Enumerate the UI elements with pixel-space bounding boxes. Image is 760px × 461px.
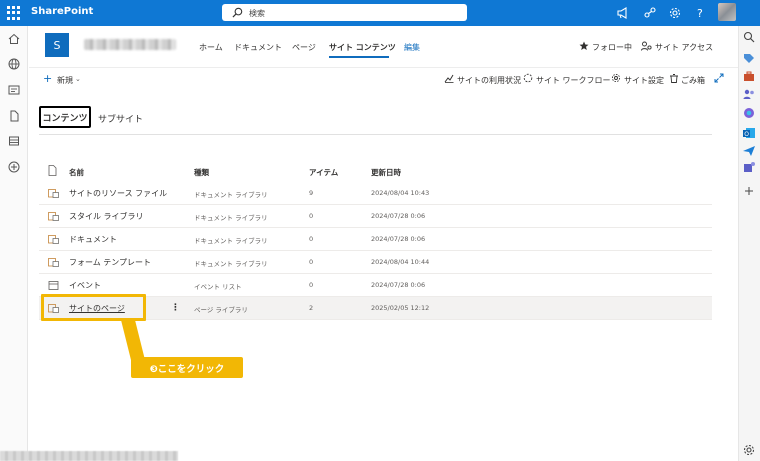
svg-text:O: O [744, 131, 749, 138]
row-name[interactable]: イベント [69, 280, 101, 291]
star-icon [579, 41, 589, 50]
avatar[interactable] [718, 3, 736, 21]
site-access-button[interactable]: サイト アクセス [655, 42, 713, 53]
row-items: 0 [309, 281, 314, 289]
people-icon[interactable] [742, 87, 756, 101]
site-name-blurred[interactable] [84, 39, 176, 50]
more-actions-icon[interactable]: ⋮ [171, 303, 180, 313]
nav-site-contents[interactable]: サイト コンテンツ [329, 42, 396, 53]
row-items: 0 [309, 235, 314, 243]
home-icon[interactable] [8, 33, 20, 45]
row-type: ページ ライブラリ [194, 306, 248, 314]
follow-button[interactable]: フォロー中 [592, 42, 632, 53]
svg-text:?: ? [697, 7, 703, 20]
row-items: 2 [309, 304, 314, 312]
chevron-down-icon[interactable]: ⌄ [75, 75, 81, 83]
row-type: ドキュメント ライブラリ [194, 191, 268, 199]
column-header-modified[interactable]: 更新日時 [371, 167, 401, 178]
row-modified: 2024/08/04 10:44 [371, 258, 430, 266]
recycle-bin-button[interactable]: ごみ箱 [681, 75, 705, 86]
add-app-icon[interactable] [742, 184, 756, 198]
tag-icon[interactable] [742, 51, 756, 65]
nav-pages[interactable]: ページ [292, 42, 316, 53]
column-header-items[interactable]: アイテム [309, 167, 338, 178]
plus-icon: + [43, 72, 53, 85]
library-icon [48, 235, 59, 244]
column-header-name[interactable]: 名前 [69, 167, 84, 178]
file-icon[interactable] [8, 110, 20, 122]
share-icon[interactable] [643, 6, 657, 20]
nav-selected-underline [329, 56, 389, 58]
tab-contents[interactable]: コンテンツ [39, 106, 91, 128]
list-icon[interactable] [8, 135, 20, 147]
library-icon [48, 212, 59, 221]
briefcase-icon[interactable] [742, 69, 756, 83]
row-type: ドキュメント ライブラリ [194, 214, 268, 222]
gear-icon[interactable] [742, 443, 756, 457]
gear-icon[interactable] [668, 6, 682, 20]
library-icon [48, 189, 59, 198]
callout-label: ❸ここをクリック [131, 357, 243, 378]
row-type: ドキュメント ライブラリ [194, 237, 268, 245]
highlight-box [41, 294, 146, 321]
callout-pointer [121, 320, 145, 360]
globe-icon[interactable] [8, 58, 20, 70]
file-type-icon [48, 165, 57, 176]
site-usage-button[interactable]: サイトの利用状況 [457, 75, 521, 86]
app-launcher-icon[interactable] [7, 6, 21, 20]
status-bar-blurred [0, 451, 178, 461]
news-icon[interactable] [8, 84, 20, 96]
create-icon[interactable] [8, 161, 20, 173]
tab-subsites[interactable]: サブサイト [98, 112, 143, 125]
expand-icon[interactable] [714, 73, 724, 83]
nav-edit-link[interactable]: 編集 [404, 42, 420, 53]
row-type: ドキュメント ライブラリ [194, 260, 268, 268]
row-modified: 2024/08/04 10:43 [371, 189, 430, 197]
row-modified: 2025/02/05 12:12 [371, 304, 430, 312]
site-workflows-button[interactable]: サイト ワークフロー [536, 75, 611, 86]
megaphone-icon[interactable] [616, 6, 630, 20]
recycle-bin-icon [670, 74, 678, 83]
row-modified: 2024/07/28 0:06 [371, 281, 426, 289]
library-icon [48, 258, 59, 267]
column-header-type[interactable]: 種類 [194, 167, 209, 178]
brand-name[interactable]: SharePoint [31, 6, 93, 17]
row-name[interactable]: ドキュメント [69, 234, 117, 245]
outlook-icon[interactable]: O [742, 126, 756, 140]
row-items: 9 [309, 189, 314, 197]
site-settings-button[interactable]: サイト設定 [624, 75, 664, 86]
site-logo[interactable]: S [45, 33, 69, 57]
row-type: イベント リスト [194, 283, 242, 291]
nav-home[interactable]: ホーム [199, 42, 223, 53]
row-name[interactable]: サイトのリソース ファイル [69, 188, 167, 199]
help-icon[interactable]: ? [693, 6, 707, 20]
row-items: 0 [309, 212, 314, 220]
row-modified: 2024/07/28 0:06 [371, 235, 426, 243]
search-icon [232, 7, 243, 18]
copilot-icon[interactable] [742, 106, 756, 120]
usage-chart-icon [444, 74, 454, 83]
calendar-icon [48, 281, 59, 290]
workflow-icon [523, 73, 533, 83]
row-modified: 2024/07/28 0:06 [371, 212, 426, 220]
new-button[interactable]: 新規 [57, 75, 73, 86]
row-items: 0 [309, 258, 314, 266]
search-input-placeholder[interactable]: 検索 [249, 8, 265, 19]
search-icon[interactable] [742, 30, 756, 44]
command-bar-divider [29, 67, 738, 68]
teams-icon[interactable] [742, 160, 756, 174]
site-access-icon [641, 41, 652, 51]
nav-documents[interactable]: ドキュメント [234, 42, 282, 53]
row-name[interactable]: フォーム テンプレート [69, 257, 151, 268]
send-icon[interactable] [742, 144, 756, 158]
tab-divider [39, 134, 712, 135]
row-name[interactable]: スタイル ライブラリ [69, 211, 144, 222]
gear-icon [611, 73, 621, 83]
